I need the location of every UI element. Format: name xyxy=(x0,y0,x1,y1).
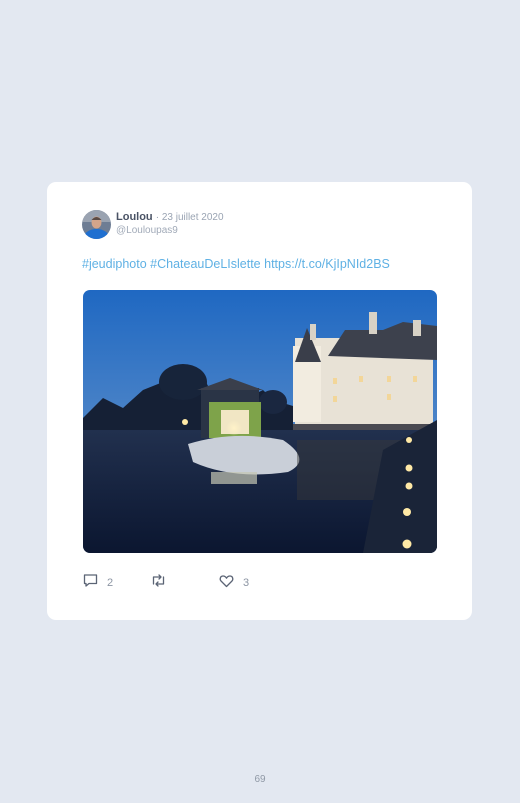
retweet-action[interactable] xyxy=(150,573,176,593)
like-count: 3 xyxy=(243,577,250,589)
comment-icon[interactable] xyxy=(83,573,98,593)
tweet-photo[interactable] xyxy=(83,290,437,553)
author-handle[interactable]: @Louloupas9 xyxy=(116,225,178,236)
heart-icon[interactable] xyxy=(219,574,234,593)
reply-action[interactable]: 2 xyxy=(83,573,114,593)
author-line: Loulou · 23 juillet 2020 xyxy=(116,211,224,223)
tweet-date[interactable]: · 23 juillet 2020 xyxy=(156,212,224,223)
tweet-card: Loulou · 23 juillet 2020 @Louloupas9 #je… xyxy=(47,182,472,620)
page-number: 69 xyxy=(254,774,266,785)
tweet-link[interactable]: https://t.co/KjIpNId2BS xyxy=(264,257,390,271)
hashtag-jeudiphoto[interactable]: #jeudiphoto xyxy=(82,257,147,271)
author-name[interactable]: Loulou xyxy=(116,211,153,223)
hashtag-chateau[interactable]: #ChateauDeLIslette xyxy=(150,257,261,271)
like-action[interactable]: 3 xyxy=(219,574,250,593)
reply-count: 2 xyxy=(107,577,114,589)
retweet-icon[interactable] xyxy=(150,573,167,593)
avatar[interactable] xyxy=(82,210,111,239)
tweet-text: #jeudiphoto #ChateauDeLIslette https://t… xyxy=(82,257,390,271)
